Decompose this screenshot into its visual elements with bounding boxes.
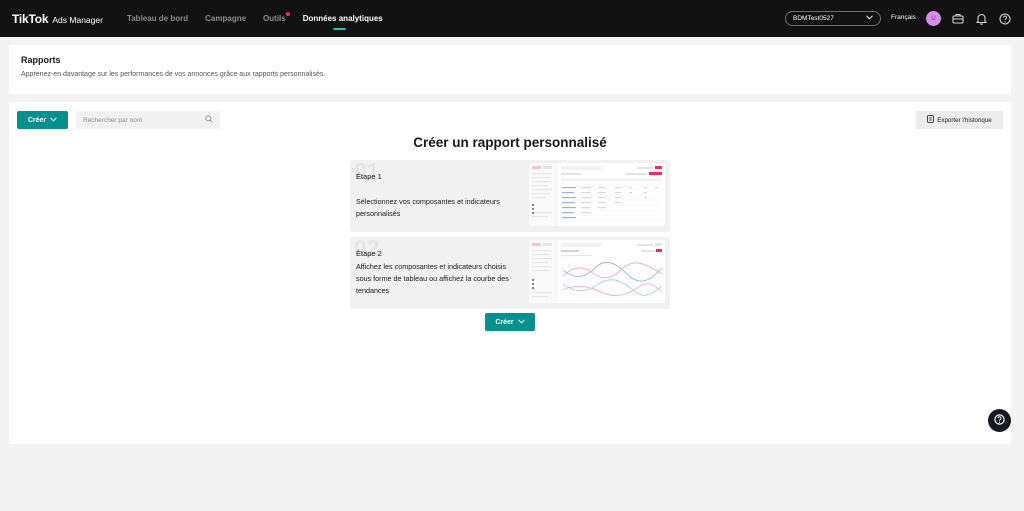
notification-dot (285, 12, 290, 16)
language-selector[interactable]: Français (891, 14, 916, 21)
question-mark-icon (994, 413, 1005, 428)
step-card-2: 02 Étape 2 Affichez les composantes et i… (350, 237, 670, 309)
nav-item-analytics[interactable]: Données analytiques (303, 0, 383, 37)
create-report-bottom-button[interactable]: Créer (485, 313, 535, 331)
main-nav: Tableau de bord Campagne Outils Données … (127, 0, 400, 37)
step-description: Affichez les composantes et indicateurs … (356, 262, 509, 295)
export-icon (927, 115, 935, 125)
create-custom-report-title: Créer un rapport personnalisé (413, 135, 607, 150)
tiktok-ads-manager-logo[interactable]: TikTok Ads Manager (12, 12, 103, 26)
step-label: Étape 1 (356, 172, 382, 181)
logo-subtext: Ads Manager (52, 14, 103, 25)
nav-item-tools[interactable]: Outils (263, 0, 290, 37)
step-description: Sélectionnez vos composantes et indicate… (356, 197, 500, 218)
page-title: Rapports (21, 55, 61, 65)
create-report-button[interactable]: Créer (17, 111, 68, 129)
search-icon[interactable] (205, 115, 213, 125)
page-description: Apprenez-en davantage sur les performanc… (21, 71, 326, 78)
search-input[interactable]: Rechercher par nom (76, 111, 220, 129)
chevron-down-icon (50, 116, 57, 124)
export-history-button[interactable]: Exporter l'historique (916, 111, 1003, 129)
step-2-chart-preview-image (529, 240, 665, 303)
step-card-1: 01 Étape 1 Sélectionnez vos composantes … (350, 160, 670, 232)
account-selector[interactable]: BDMTest0527 (785, 11, 881, 26)
chevron-down-icon (866, 15, 873, 22)
step-label: Étape 2 (356, 249, 382, 258)
avatar[interactable]: U (926, 11, 941, 26)
reports-panel: Créer Rechercher par nom Exporter l'hist… (9, 102, 1011, 444)
chevron-down-icon (517, 318, 525, 326)
help-chat-button[interactable] (988, 409, 1011, 432)
briefcase-icon[interactable] (950, 11, 965, 26)
logo-text: TikTok (12, 11, 49, 26)
page-header: Rapports Apprenez-en davantage sur les p… (9, 45, 1011, 94)
nav-item-dashboard[interactable]: Tableau de bord (127, 0, 188, 37)
account-name: BDMTest0527 (793, 15, 834, 22)
nav-item-campaign[interactable]: Campagne (205, 0, 246, 37)
search-placeholder: Rechercher par nom (83, 116, 143, 124)
top-navigation-bar: TikTok Ads Manager Tableau de bord Campa… (0, 0, 1024, 37)
step-1-table-preview-image (529, 163, 665, 226)
help-icon[interactable] (997, 11, 1012, 26)
bell-icon[interactable] (974, 11, 989, 26)
